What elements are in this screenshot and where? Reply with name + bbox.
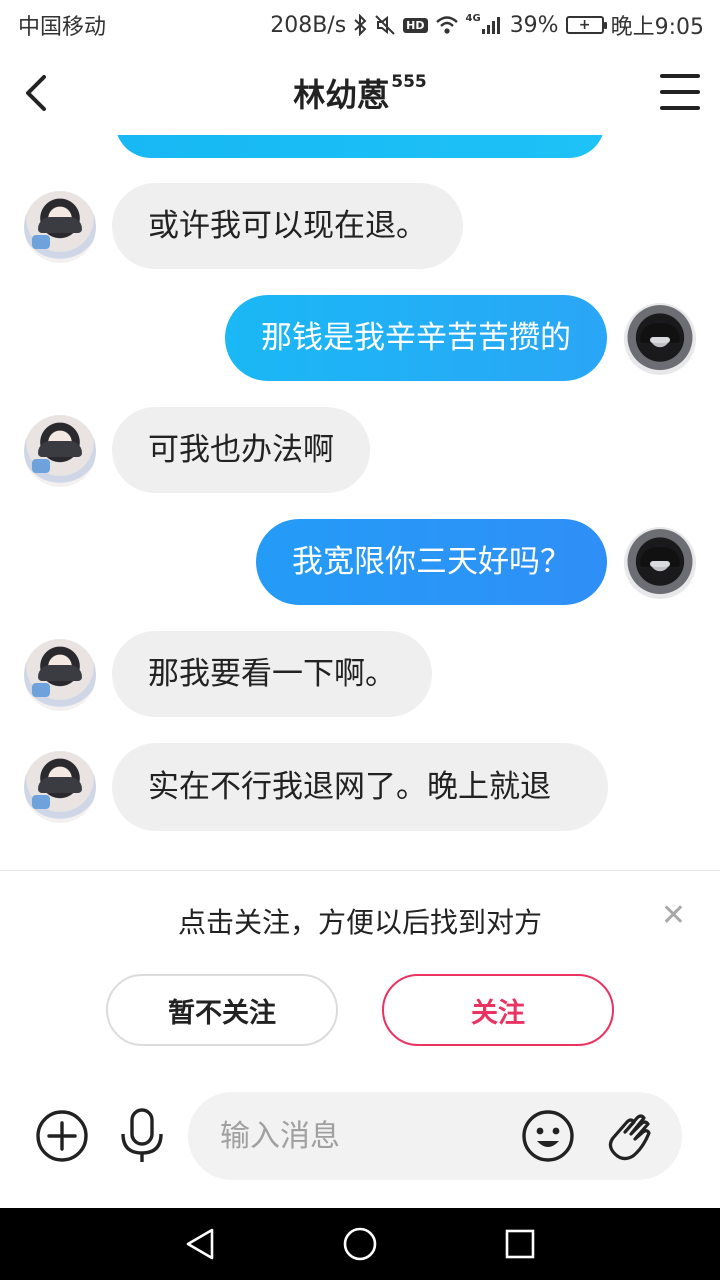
contact-avatar[interactable] — [24, 751, 96, 823]
contact-badge-number: 555 — [391, 71, 427, 92]
clock: 晚上9:05 — [610, 15, 704, 40]
nav-home-button[interactable] — [340, 1224, 380, 1264]
square-recents-icon — [505, 1229, 535, 1259]
contact-name: 林幼蒽 — [293, 75, 390, 114]
close-icon[interactable]: ✕ — [661, 901, 686, 931]
skip-follow-button[interactable]: 暂不关注 — [106, 974, 338, 1046]
message-bubble-left[interactable]: 实在不行我退网了。晚上就退 — [112, 743, 608, 831]
battery-percent: 39% — [509, 12, 559, 38]
message-bubble-right[interactable]: 那钱是我辛辛苦苦攒的 — [225, 295, 607, 381]
net-speed: 208B/s — [270, 12, 347, 38]
chevron-left-icon — [26, 75, 46, 111]
menu-line — [660, 106, 700, 110]
back-button[interactable] — [16, 70, 56, 116]
carrier-label: 中国移动 — [18, 15, 107, 40]
mute-icon — [374, 14, 396, 36]
follow-button[interactable]: 关注 — [382, 974, 614, 1046]
menu-line — [660, 90, 700, 94]
signal-icon: 4G — [465, 12, 503, 35]
wave-button[interactable] — [600, 1106, 658, 1166]
circle-home-icon — [343, 1227, 377, 1261]
hd-icon: HD — [403, 17, 428, 33]
emoji-button[interactable] — [520, 1108, 576, 1164]
nav-recents-button[interactable] — [500, 1224, 540, 1264]
bluetooth-icon — [353, 14, 367, 36]
contact-avatar[interactable] — [24, 639, 96, 711]
message-list[interactable]: 或许我可以现在退。 那钱是我辛辛苦苦攒的 可我也办法啊 我宽限你三天好吗？ 那我… — [0, 135, 720, 870]
triangle-back-icon — [186, 1228, 214, 1260]
nav-back-button[interactable] — [180, 1224, 220, 1264]
message-bubble-left[interactable]: 那我要看一下啊。 — [112, 631, 432, 717]
chat-title: 林幼蒽 555 — [293, 70, 427, 116]
add-button[interactable] — [34, 1108, 90, 1164]
chat-header: 林幼蒽 555 — [0, 50, 720, 135]
add-circle-icon — [36, 1110, 88, 1162]
contact-avatar[interactable] — [24, 415, 96, 487]
wave-hand-icon — [608, 1114, 651, 1161]
contact-avatar[interactable] — [24, 191, 96, 263]
input-bar — [0, 1070, 720, 1208]
signal-tag: 4G — [465, 12, 481, 24]
voice-button[interactable] — [114, 1106, 170, 1166]
menu-button[interactable] — [660, 74, 700, 110]
status-indicators: 208B/s HD 4G 39% + 晚上9:05 — [270, 9, 704, 41]
wifi-icon — [435, 15, 459, 35]
message-bubble-right[interactable]: 我宽限你三天好吗？ — [256, 519, 607, 605]
hamburger-menu-icon — [660, 74, 700, 78]
follow-prompt-panel: 点击关注，方便以后找到对方 ✕ 暂不关注 关注 — [0, 870, 720, 1070]
my-avatar[interactable] — [624, 303, 696, 375]
message-bubble-left[interactable]: 或许我可以现在退。 — [112, 183, 463, 269]
battery-charging-icon: + — [565, 16, 607, 34]
my-avatar[interactable] — [624, 527, 696, 599]
emoji-icon — [522, 1110, 574, 1162]
message-bubble-left[interactable]: 可我也办法啊 — [112, 407, 370, 493]
system-nav-bar — [0, 1208, 720, 1280]
message-bubble-partial[interactable] — [115, 135, 605, 158]
microphone-icon — [121, 1108, 163, 1162]
follow-prompt-text: 点击关注，方便以后找到对方 — [177, 906, 542, 939]
status-bar: 中国移动 208B/s HD 4G 39% + 晚上9:05 — [0, 0, 720, 50]
